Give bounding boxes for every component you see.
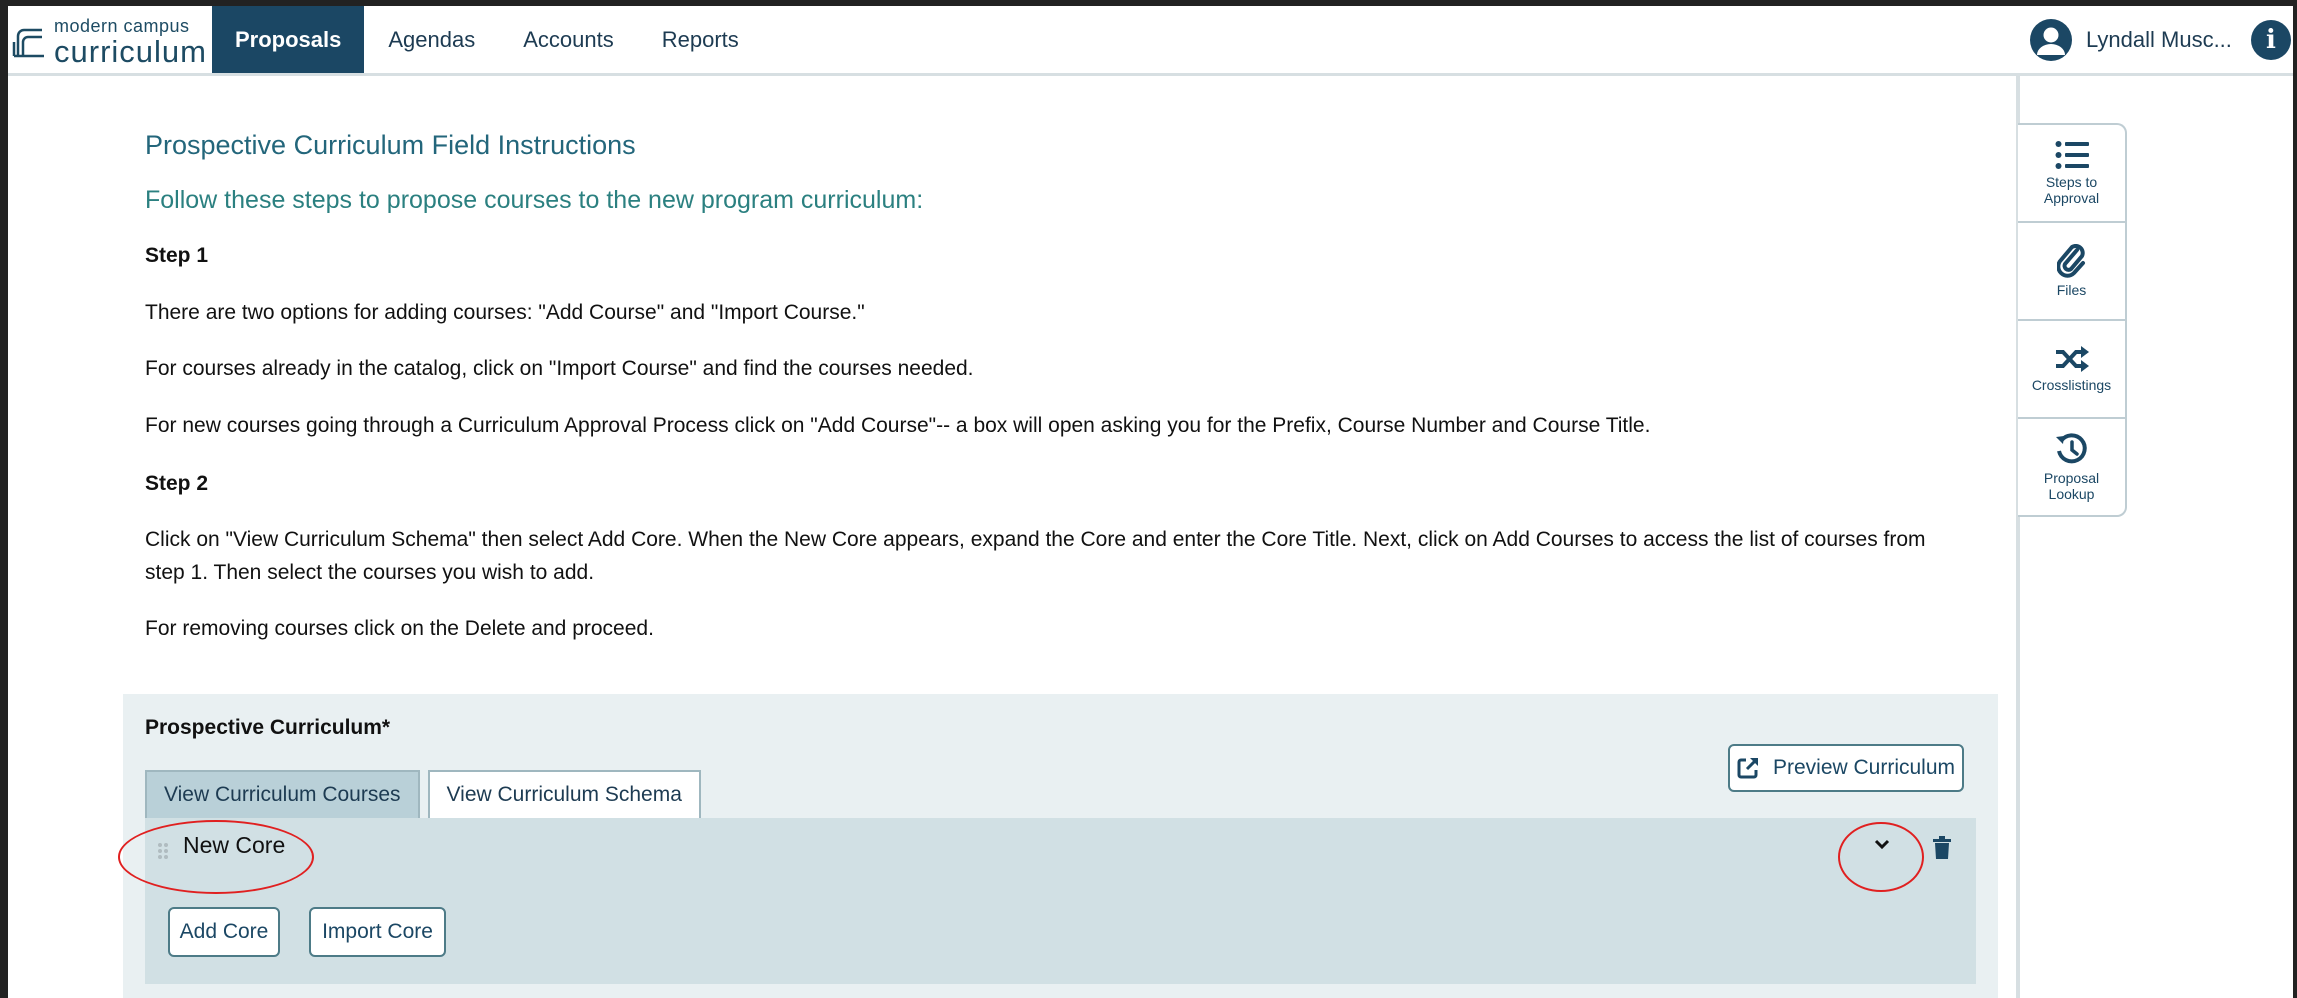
instruction-paragraph: For removing courses click on the Delete… — [145, 617, 654, 640]
curriculum-schema-area: New Core Add Core Import Core — [145, 818, 1976, 984]
tab-view-curriculum-courses[interactable]: View Curriculum Courses — [145, 770, 420, 818]
step-2-heading: Step 2 — [145, 472, 209, 495]
avatar-icon — [2030, 19, 2072, 61]
import-core-button[interactable]: Import Core — [309, 907, 446, 957]
instruction-paragraph: There are two options for adding courses… — [145, 301, 865, 324]
prospective-curriculum-panel: Prospective Curriculum* View Curriculum … — [123, 694, 1998, 998]
trash-icon[interactable] — [1932, 836, 1952, 860]
rail-label: Steps to Approval — [2043, 174, 2100, 206]
shuffle-icon — [2055, 346, 2089, 372]
prospective-curriculum-label: Prospective Curriculum* — [145, 716, 391, 739]
annotation-circle-expand — [1838, 822, 1924, 892]
paperclip-icon — [2056, 244, 2085, 278]
history-icon — [2055, 433, 2087, 464]
rail-label: Proposal Lookup — [2043, 470, 2100, 502]
logo-bottom-text: curriculum — [54, 34, 207, 69]
logo-mark-icon — [12, 28, 44, 58]
main-nav: Proposals Agendas Accounts Reports — [212, 6, 763, 73]
user-name: Lyndall Musc... — [2086, 27, 2232, 52]
top-navigation-bar: modern campus curriculum Proposals Agend… — [8, 6, 2293, 76]
preview-curriculum-button[interactable]: Preview Curriculum — [1728, 744, 1964, 792]
step-1-heading: Step 1 — [145, 244, 209, 267]
instruction-paragraph: For new courses going through a Curricul… — [145, 414, 1651, 437]
rail-crosslistings[interactable]: Crosslistings — [2018, 321, 2125, 419]
logo-top-text: modern campus — [54, 16, 190, 36]
rail-files[interactable]: Files — [2018, 223, 2125, 321]
side-rail: Steps to Approval Files Crosslistings Pr… — [2018, 123, 2127, 517]
app-logo[interactable]: modern campus curriculum — [12, 16, 207, 69]
nav-agendas[interactable]: Agendas — [364, 6, 499, 73]
rail-label: Files — [2056, 282, 2087, 298]
instruction-paragraph: Click on "View Curriculum Schema" then s… — [145, 528, 1926, 584]
rail-proposal-lookup[interactable]: Proposal Lookup — [2018, 419, 2125, 515]
core-row: New Core — [145, 818, 1976, 882]
tab-view-curriculum-schema[interactable]: View Curriculum Schema — [427, 770, 701, 818]
user-menu[interactable]: Lyndall Musc... — [2030, 18, 2232, 62]
nav-reports[interactable]: Reports — [638, 6, 763, 73]
list-icon — [2055, 141, 2089, 169]
curriculum-tabs: View Curriculum Courses View Curriculum … — [145, 770, 701, 818]
instruction-paragraph: For courses already in the catalog, clic… — [145, 357, 974, 380]
nav-accounts[interactable]: Accounts — [499, 6, 638, 73]
rail-label: Crosslistings — [2031, 377, 2112, 393]
preview-curriculum-label: Preview Curriculum — [1772, 756, 1956, 779]
external-link-icon — [1737, 757, 1759, 779]
annotation-circle-new-core — [118, 820, 314, 894]
info-icon[interactable]: i — [2251, 20, 2291, 60]
rail-steps-to-approval[interactable]: Steps to Approval — [2018, 125, 2125, 223]
nav-proposals[interactable]: Proposals — [212, 6, 365, 73]
instructions-title: Prospective Curriculum Field Instruction… — [145, 130, 636, 160]
add-core-button[interactable]: Add Core — [168, 907, 280, 957]
instructions-subtitle: Follow these steps to propose courses to… — [145, 186, 924, 214]
